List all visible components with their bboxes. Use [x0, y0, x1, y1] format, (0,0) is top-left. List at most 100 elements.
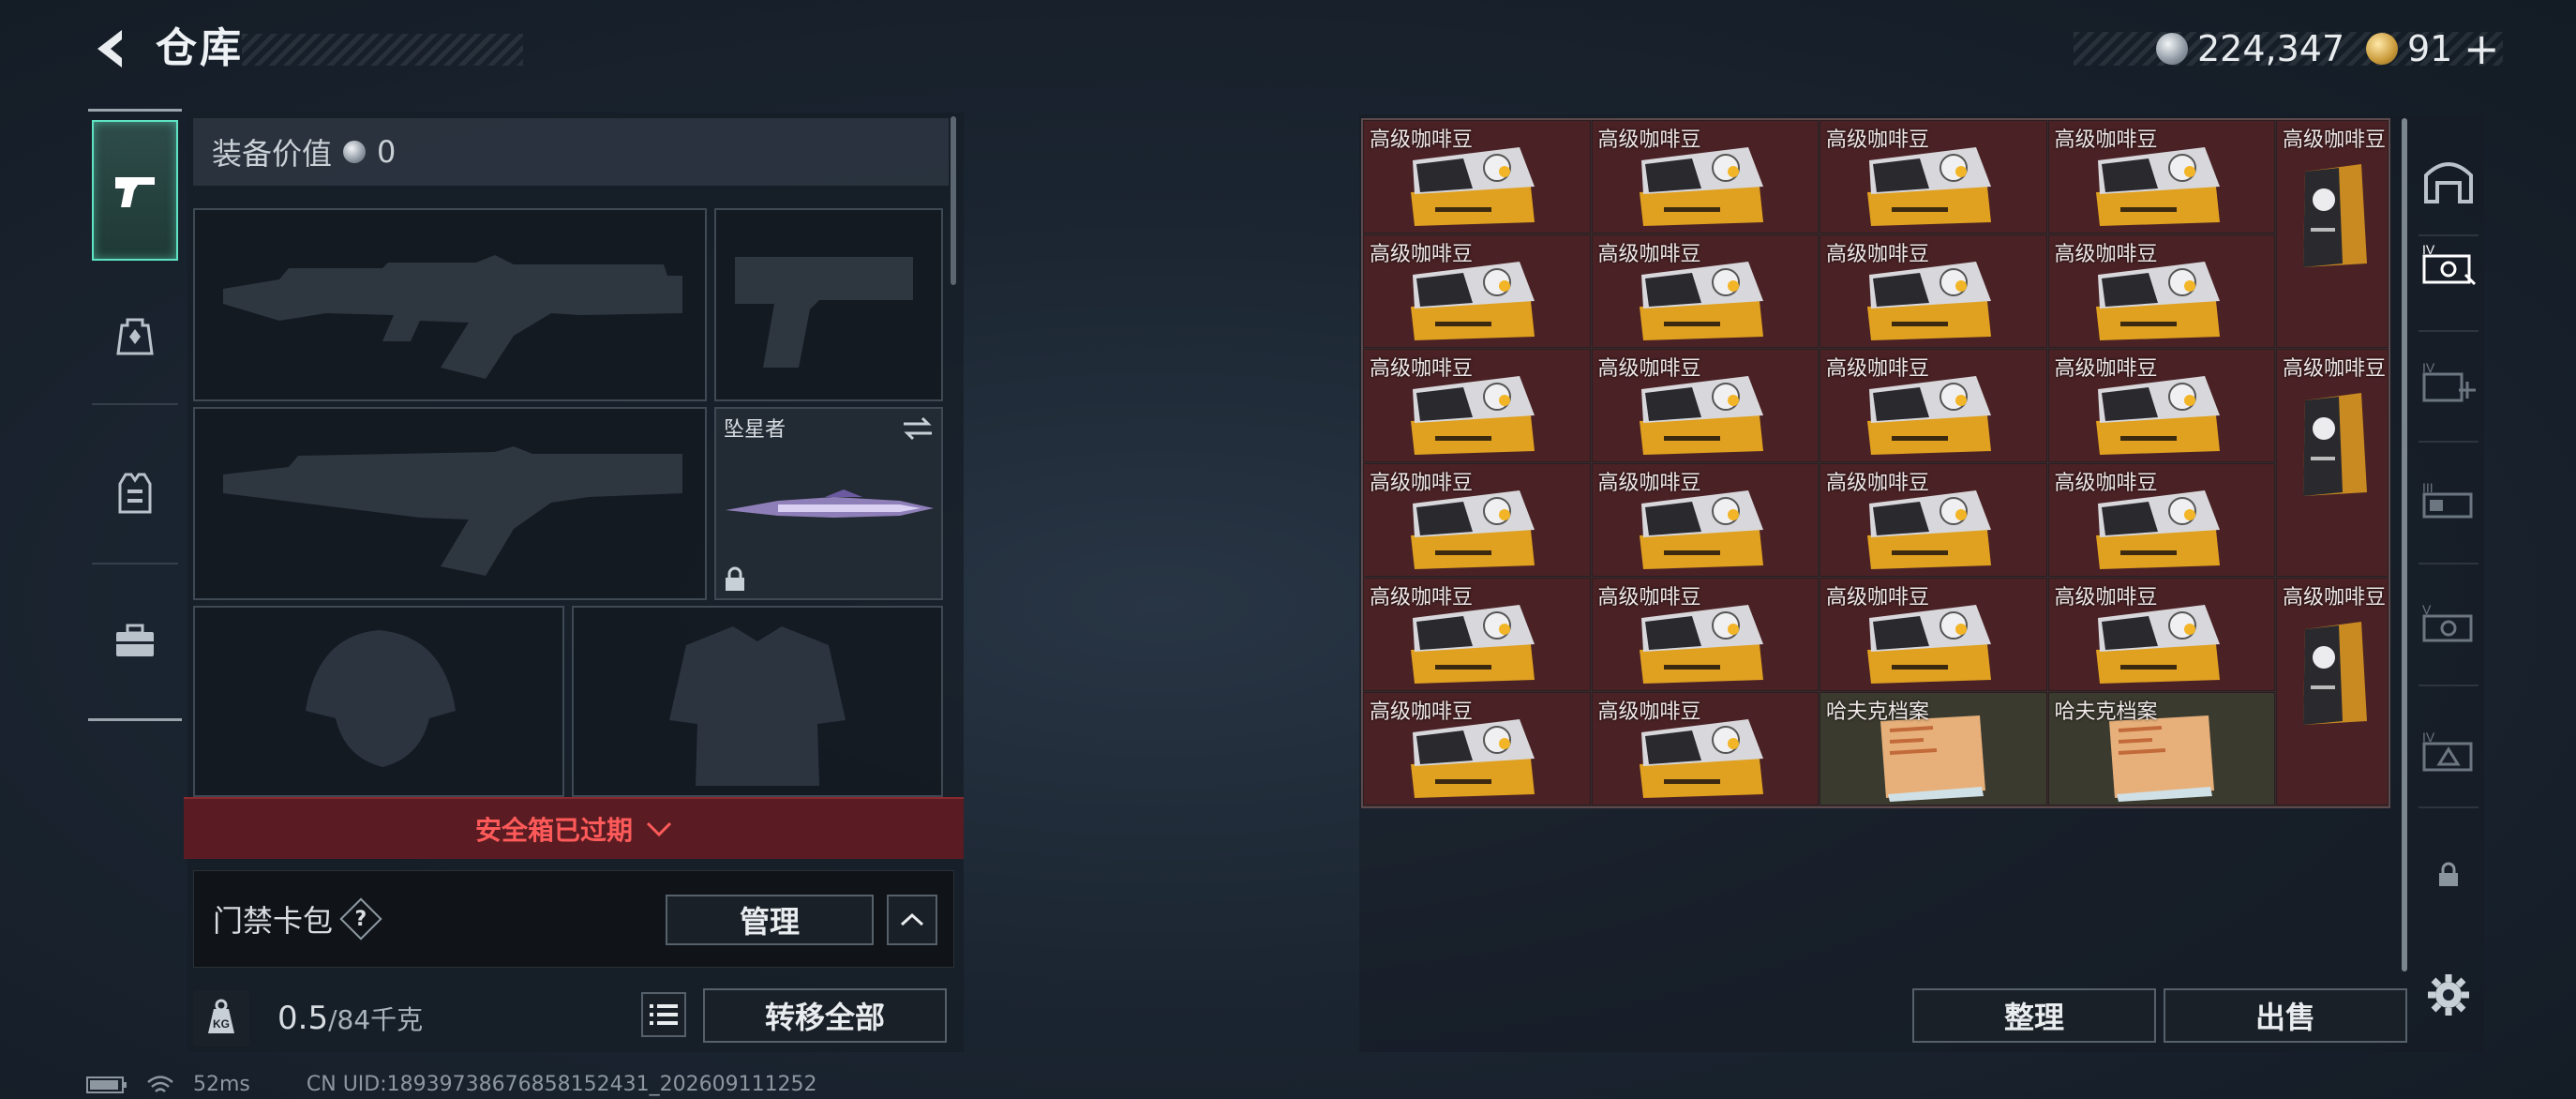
storage-item-name: 高级咖啡豆: [1826, 472, 1930, 495]
nav-bottom-line: [88, 718, 182, 721]
expand-keycard-button[interactable]: [887, 895, 937, 945]
storage-item-name: 高级咖啡豆: [2054, 128, 2158, 152]
secondary-weapon-slot[interactable]: [193, 407, 707, 600]
storage-item-cell[interactable]: 高级咖啡豆: [1363, 349, 1591, 462]
coffee-bag-icon: [1411, 147, 1535, 226]
storage-item-cell-tall[interactable]: 高级咖啡豆: [2276, 349, 2389, 577]
storage-item-cell[interactable]: 高级咖啡豆: [1820, 463, 2047, 577]
category-all[interactable]: [2415, 139, 2482, 223]
storage-item-cell[interactable]: 高级咖啡豆: [2047, 234, 2275, 348]
silver-amount: 224,347: [2197, 28, 2345, 69]
category-warehouse-v[interactable]: V: [2415, 581, 2482, 666]
storage-item-name: 高级咖啡豆: [2054, 357, 2158, 381]
warehouse-iv-alt-icon: IV: [2422, 730, 2473, 772]
storage-item-cell[interactable]: 高级咖啡豆: [2047, 349, 2275, 462]
storage-item-cell[interactable]: 高级咖啡豆: [1591, 234, 1819, 348]
nav-item-toolbox[interactable]: [92, 585, 178, 698]
primary-weapon-slot[interactable]: [193, 208, 707, 401]
pistol-slot[interactable]: [714, 208, 943, 401]
coffee-bag-icon: [1411, 719, 1535, 798]
helmet-slot[interactable]: [193, 606, 564, 797]
warehouse-v-icon: V: [2422, 602, 2473, 642]
storage-item-cell[interactable]: 高级咖啡豆: [1591, 349, 1819, 462]
storage-item-cell-tall[interactable]: 高级咖啡豆: [2276, 578, 2389, 805]
storage-item-cell[interactable]: 高级咖啡豆: [1363, 692, 1591, 805]
nav-item-backpack[interactable]: [92, 281, 178, 394]
transfer-all-button[interactable]: 转移全部: [703, 988, 947, 1043]
melee-slot[interactable]: 坠星者: [714, 407, 943, 600]
storage-item-cell[interactable]: 高级咖啡豆: [1820, 120, 2047, 233]
equipment-scrollbar[interactable]: [951, 116, 956, 285]
storage-item-name: 高级咖啡豆: [1597, 700, 1701, 724]
coffee-bag-icon: [1639, 719, 1763, 798]
storage-item-cell[interactable]: 高级咖啡豆: [2047, 120, 2275, 233]
document-folder-icon: [1880, 715, 1985, 802]
coffee-bag-icon: [1411, 605, 1535, 684]
storage-item-name: 高级咖啡豆: [1597, 128, 1701, 152]
page-title: 仓库: [156, 24, 244, 72]
storage-item-cell[interactable]: 高级咖啡豆: [1591, 578, 1819, 691]
melee-item-name: 坠星者: [724, 418, 786, 442]
storage-item-name: 高级咖啡豆: [1826, 357, 1930, 381]
storage-item-cell[interactable]: 高级咖啡豆: [1363, 120, 1591, 233]
coffee-pouch-icon: [2303, 164, 2367, 267]
category-separator: [2419, 806, 2479, 808]
storage-item-cell[interactable]: 高级咖啡豆: [1591, 463, 1819, 577]
equipment-value-bar: 装备价值 0: [193, 118, 949, 186]
category-locked[interactable]: [2415, 833, 2482, 917]
sell-button[interactable]: 出售: [2164, 988, 2407, 1043]
safebox-expired-bar[interactable]: 安全箱已过期: [184, 797, 964, 859]
armor-slot[interactable]: [572, 606, 943, 797]
storage-item-name: 高级咖啡豆: [2054, 472, 2158, 495]
ping-readout: 52ms: [193, 1073, 250, 1096]
storage-item-cell[interactable]: 高级咖啡豆: [1820, 578, 2047, 691]
storage-item-cell[interactable]: 高级咖啡豆: [2047, 463, 2275, 577]
category-warehouse-iii[interactable]: III: [2415, 459, 2482, 544]
storage-item-cell-tall[interactable]: 高级咖啡豆: [2276, 120, 2389, 348]
nav-item-vest[interactable]: [92, 437, 178, 550]
storage-item-cell[interactable]: 哈夫克档案: [2047, 692, 2275, 805]
storage-item-name: 高级咖啡豆: [1597, 357, 1701, 381]
storage-item-name: 高级咖啡豆: [2054, 243, 2158, 266]
armor-silhouette-icon: [669, 626, 846, 786]
gold-amount: 91: [2407, 28, 2453, 69]
storage-item-cell[interactable]: 高级咖啡豆: [1591, 120, 1819, 233]
storage-item-name: 高级咖啡豆: [2283, 357, 2387, 381]
storage-item-cell[interactable]: 高级咖啡豆: [1820, 349, 2047, 462]
back-arrow-icon: [97, 30, 122, 68]
backpack-icon: [116, 318, 154, 355]
storage-item-cell[interactable]: 高级咖啡豆: [1363, 578, 1591, 691]
document-folder-icon: [2108, 715, 2214, 802]
warehouse-iv-plus-icon: IV: [2422, 360, 2476, 402]
coffee-bag-icon: [2095, 262, 2220, 340]
back-button[interactable]: [82, 21, 139, 77]
silver-coin-icon: [2156, 33, 2188, 65]
list-view-button[interactable]: [641, 992, 686, 1037]
sort-button[interactable]: 整理: [1912, 988, 2156, 1043]
storage-item-cell[interactable]: 高级咖啡豆: [2047, 578, 2275, 691]
storage-scrollbar[interactable]: [2402, 118, 2407, 971]
weight-capacity: /84千克: [328, 1004, 424, 1035]
storage-item-name: 高级咖啡豆: [1826, 586, 1930, 610]
storage-item-cell[interactable]: 高级咖啡豆: [1820, 234, 2047, 348]
gold-coin-icon: [2366, 33, 2398, 65]
coffee-bag-icon: [1867, 605, 1991, 684]
add-currency-button[interactable]: +: [2464, 23, 2500, 75]
settings-button[interactable]: [2415, 953, 2482, 1037]
coffee-bag-icon: [1639, 490, 1763, 569]
category-warehouse-iv-alt[interactable]: IV: [2415, 709, 2482, 793]
storage-item-name: 高级咖啡豆: [1597, 586, 1701, 610]
helmet-silhouette-icon: [306, 630, 456, 767]
storage-item-name: 哈夫克档案: [1826, 700, 1930, 724]
storage-item-cell[interactable]: 高级咖啡豆: [1363, 234, 1591, 348]
storage-item-name: 高级咖啡豆: [1370, 700, 1474, 724]
storage-item-cell[interactable]: 高级咖啡豆: [1363, 463, 1591, 577]
nav-item-weapons[interactable]: [92, 120, 178, 261]
category-warehouse-iv-plus[interactable]: IV: [2415, 339, 2482, 424]
swap-icon[interactable]: [900, 414, 936, 443]
storage-item-name: 哈夫克档案: [2054, 700, 2158, 724]
help-icon[interactable]: ?: [339, 897, 382, 941]
storage-item-cell[interactable]: 哈夫克档案: [1820, 692, 2047, 805]
storage-item-cell[interactable]: 高级咖啡豆: [1591, 692, 1819, 805]
manage-keycard-button[interactable]: 管理: [666, 895, 874, 945]
